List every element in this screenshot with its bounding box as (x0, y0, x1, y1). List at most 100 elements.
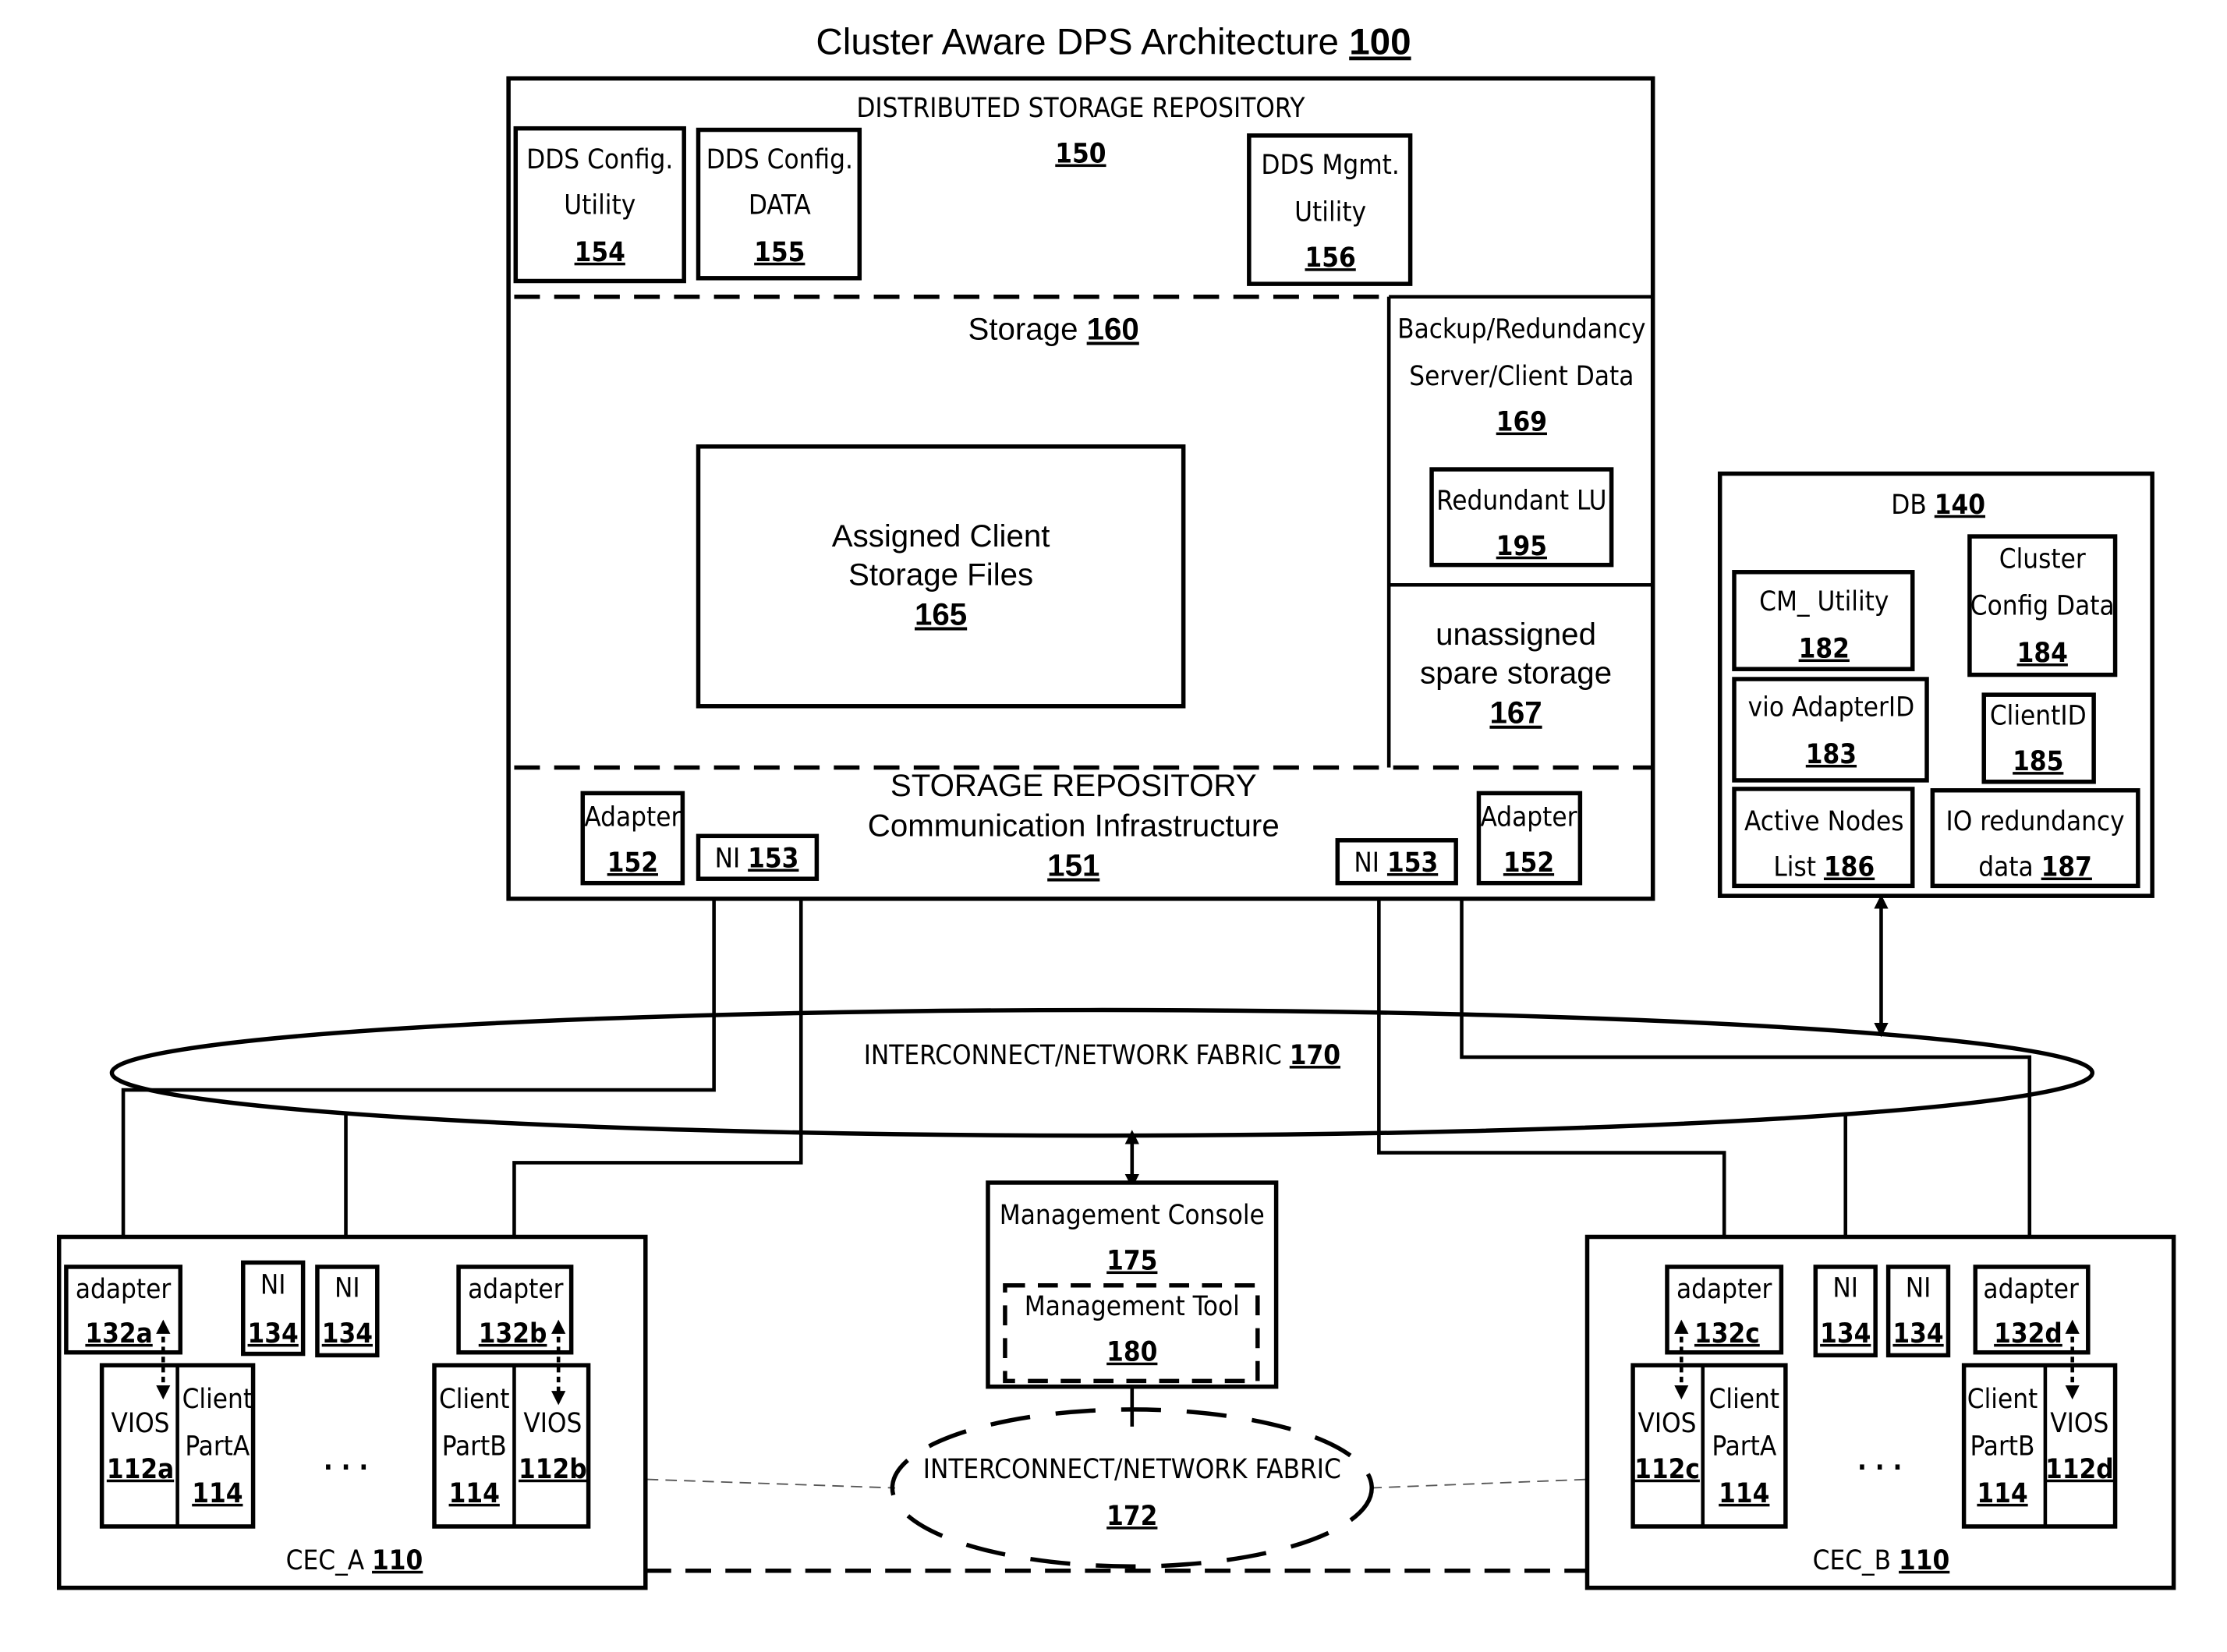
management-tool-ref: 180 (1106, 1337, 1157, 1368)
svg-text:Cluster: Cluster (1999, 543, 2086, 575)
svg-text:PartB: PartB (1970, 1431, 2035, 1462)
svg-text:152: 152 (1503, 847, 1554, 879)
adapter-152-right: Adapter 152 (1476, 791, 1583, 886)
svg-text:183: 183 (1806, 739, 1857, 770)
adapter-152-left: Adapter 152 (580, 791, 685, 886)
svg-text:Storage Files: Storage Files (848, 557, 1033, 592)
svg-text:DDS Config.: DDS Config. (706, 144, 853, 175)
svg-text:ClientID: ClientID (1990, 701, 2087, 732)
svg-text:114: 114 (192, 1478, 243, 1509)
svg-text:INTERCONNECT/NETWORK FABRIC 17: INTERCONNECT/NETWORK FABRIC 170 (864, 1040, 1340, 1071)
svg-text:PartA: PartA (185, 1431, 250, 1462)
svg-text:Adapter: Adapter (584, 802, 681, 833)
db-140: DB 140 CM_ Utility 182 Cluster Config Da… (1717, 471, 2154, 898)
svg-text:114: 114 (1977, 1478, 2027, 1509)
vio-adapter-id: vio AdapterID 183 (1732, 677, 1929, 783)
svg-text:vio AdapterID: vio AdapterID (1748, 692, 1915, 723)
svg-text:Server/Client Data: Server/Client Data (1409, 361, 1634, 392)
svg-text:156: 156 (1305, 242, 1356, 274)
svg-text:Client: Client (439, 1384, 510, 1415)
svg-text:134: 134 (1820, 1318, 1871, 1350)
svg-text:185: 185 (2013, 746, 2063, 777)
svg-text:IO redundancy: IO redundancy (1946, 806, 2125, 837)
ni-134-b1: NI 134 (1813, 1265, 1878, 1358)
svg-text:DDS Config.: DDS Config. (526, 144, 673, 175)
svg-text:NI 153: NI 153 (1354, 847, 1438, 879)
management-console-175: Management Console 175 Management Tool 1… (986, 1180, 1279, 1389)
svg-text:114: 114 (1719, 1478, 1769, 1509)
svg-text:112b: 112b (519, 1454, 587, 1485)
dds-mgmt-utility: DDS Mgmt. Utility 156 (1247, 133, 1413, 286)
svg-text:152: 152 (607, 847, 658, 879)
cm-utility: CM_ Utility 182 (1732, 570, 1915, 671)
svg-text:Redundant LU: Redundant LU (1436, 485, 1606, 516)
svg-text:Management Console: Management Console (1000, 1200, 1265, 1231)
svg-text:adapter: adapter (1983, 1274, 2079, 1305)
svg-text:VIOS: VIOS (1638, 1408, 1696, 1439)
svg-text:134: 134 (322, 1318, 373, 1350)
cec-a-110: adapter 132a NI 134 NI 134 adapter 132b … (56, 1234, 648, 1590)
svg-text:VIOS: VIOS (523, 1408, 582, 1439)
diagram-title: Cluster Aware DPS Architecture 100 (816, 22, 1411, 63)
svg-text:151: 151 (1047, 848, 1099, 883)
cec-b-110: adapter 132c NI 134 NI 134 adapter 132d … (1584, 1234, 2176, 1590)
svg-text:STORAGE REPOSITORY: STORAGE REPOSITORY (890, 768, 1257, 803)
svg-text:Active Nodes: Active Nodes (1744, 806, 1903, 837)
svg-text:Communication Infrastructure: Communication Infrastructure (868, 808, 1280, 843)
svg-text:184: 184 (2017, 638, 2068, 669)
svg-text:DB 140: DB 140 (1891, 490, 1985, 521)
interconnect-fabric-170: INTERCONNECT/NETWORK FABRIC 170 (109, 1007, 2095, 1138)
svg-text:unassigned: unassigned (1436, 617, 1596, 652)
svg-text:Client: Client (182, 1384, 253, 1415)
dds-config-data: DDS Config. DATA 155 (696, 127, 862, 281)
svg-text:PartA: PartA (1712, 1431, 1777, 1462)
svg-text:112a: 112a (107, 1454, 174, 1485)
svg-text:167: 167 (1489, 695, 1542, 730)
architecture-diagram: Cluster Aware DPS Architecture 100 DISTR… (56, 22, 2176, 1590)
client-id: ClientID 185 (1981, 692, 2096, 784)
svg-text:195: 195 (1496, 531, 1547, 562)
svg-text:134: 134 (1892, 1318, 1943, 1350)
interconnect-fabric-172: INTERCONNECT/NETWORK FABRIC 172 (890, 1407, 1374, 1569)
svg-text:Adapter: Adapter (1481, 802, 1577, 833)
svg-text:DDS Mgmt.: DDS Mgmt. (1261, 150, 1399, 181)
cluster-config-data: Cluster Config Data 184 (1967, 534, 2118, 677)
svg-text:154: 154 (575, 237, 625, 268)
distributed-storage-repository: DISTRIBUTED STORAGE REPOSITORY 150 DDS C… (506, 76, 1655, 901)
adapter-132b: adapter 132b (456, 1265, 574, 1355)
svg-text:NI: NI (260, 1270, 286, 1301)
active-nodes-list: Active Nodes List 186 (1732, 787, 1915, 889)
svg-text:Client: Client (1709, 1384, 1780, 1415)
svg-text:169: 169 (1496, 407, 1547, 438)
svg-text:132c: 132c (1694, 1318, 1760, 1350)
svg-text:Client: Client (1967, 1384, 2038, 1415)
ni-134-a2: NI 134 (315, 1265, 380, 1358)
management-tool-label: Management Tool (1025, 1291, 1240, 1322)
svg-text:175: 175 (1106, 1246, 1157, 1277)
storage-label: Storage 160 (968, 312, 1138, 347)
dsr-ref: 150 (1055, 139, 1106, 170)
svg-text:Utility: Utility (564, 189, 636, 221)
ellipsis: . . . (324, 1445, 368, 1477)
ellipsis: . . . (1857, 1445, 1902, 1477)
ni-134-b2: NI 134 (1885, 1265, 1951, 1358)
redundant-lu: Redundant LU 195 (1429, 467, 1614, 568)
assigned-client-storage-files: Assigned Client Storage Files 165 (696, 444, 1186, 709)
svg-text:Backup/Redundancy: Backup/Redundancy (1397, 314, 1645, 345)
svg-text:165: 165 (915, 596, 967, 631)
svg-text:CM_ Utility: CM_ Utility (1759, 586, 1889, 617)
svg-text:adapter: adapter (468, 1274, 564, 1305)
svg-text:NI: NI (1832, 1272, 1858, 1304)
dsr-label: DISTRIBUTED STORAGE REPOSITORY (856, 93, 1305, 124)
svg-text:112c: 112c (1634, 1454, 1700, 1485)
svg-text:DATA: DATA (749, 189, 812, 221)
svg-text:CEC_A 110: CEC_A 110 (286, 1545, 423, 1576)
svg-text:adapter: adapter (76, 1274, 172, 1305)
svg-text:CEC_B 110: CEC_B 110 (1813, 1545, 1950, 1576)
svg-text:NI 153: NI 153 (715, 844, 799, 875)
svg-text:132a: 132a (85, 1318, 152, 1350)
svg-text:VIOS: VIOS (111, 1408, 169, 1439)
svg-text:Config Data: Config Data (1970, 591, 2115, 622)
svg-text:134: 134 (248, 1318, 299, 1350)
svg-text:adapter: adapter (1676, 1274, 1772, 1305)
